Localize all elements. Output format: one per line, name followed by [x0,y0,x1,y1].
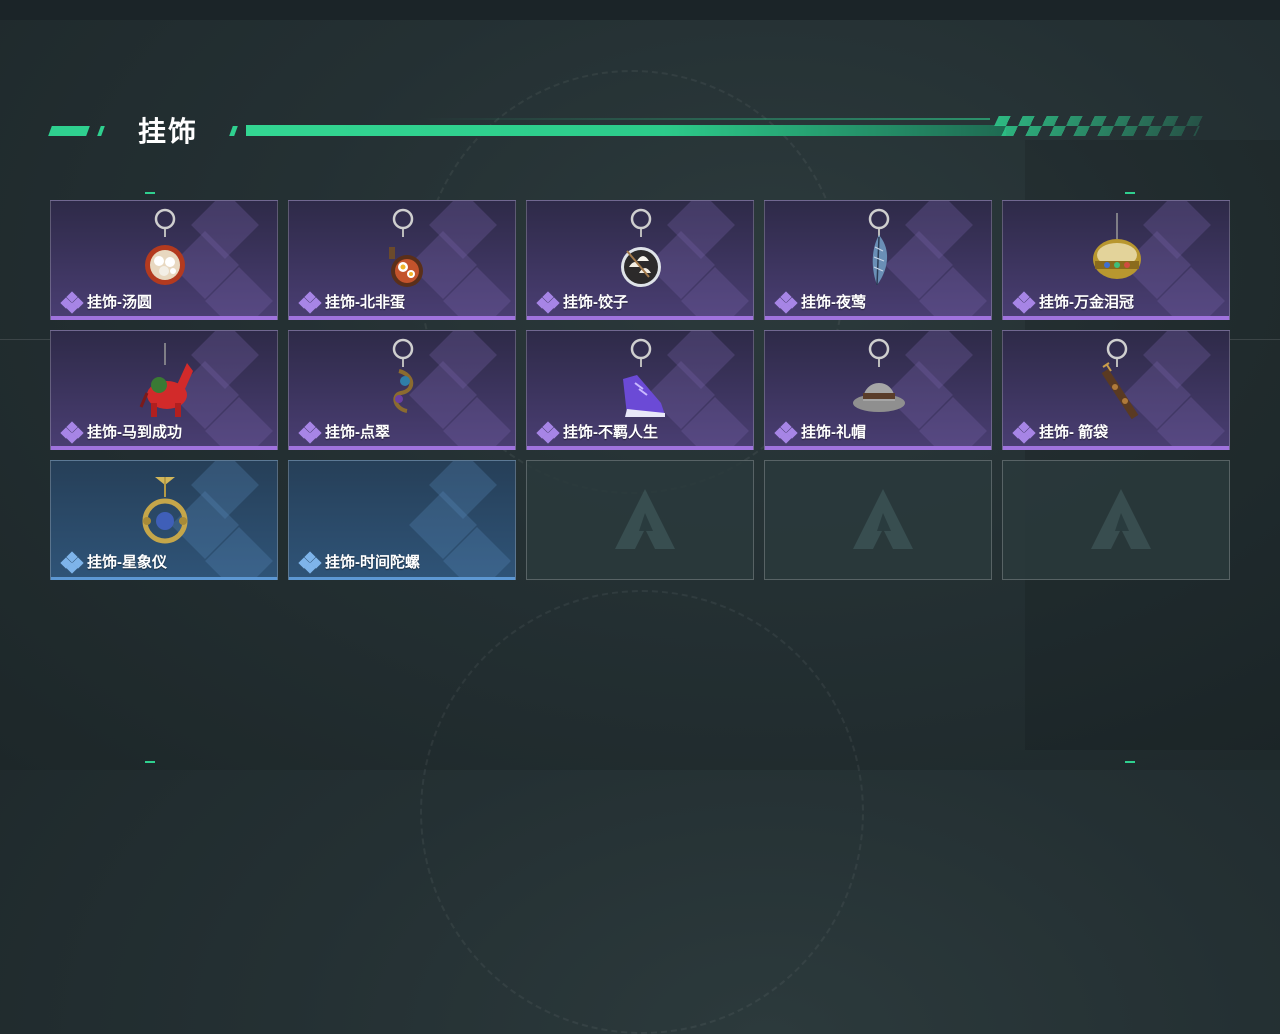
item-name: 挂饰-星象仪 [87,554,167,571]
item-card[interactable]: 挂饰-礼帽 [764,330,992,450]
golden-crown-icon [1089,207,1145,289]
rarity-diamond-icon [60,420,84,444]
shakshuka-pan-icon [375,207,431,289]
rarity-diamond-icon [298,550,322,574]
item-card[interactable]: 挂饰-不羁人生 [526,330,754,450]
rarity-diamond-icon [536,420,560,444]
item-name: 挂饰- 箭袋 [1039,424,1109,441]
item-label-row: 挂饰- 箭袋 [1012,420,1109,444]
corner-tick-bl [145,761,155,763]
item-name: 挂饰-万金泪冠 [1039,294,1134,311]
item-name: 挂饰-礼帽 [801,424,866,441]
item-card[interactable]: 挂饰-点翠 [288,330,516,450]
item-label-row: 挂饰-时间陀螺 [298,550,420,574]
item-name: 挂饰-不羁人生 [563,424,658,441]
item-name: 挂饰-点翠 [325,424,390,441]
rarity-diamond-icon [60,550,84,574]
empty-slot [526,460,754,580]
tangyuan-bowl-icon [137,207,193,289]
rarity-diamond-icon [774,290,798,314]
corner-tick-tl [145,192,155,194]
fedora-hat-icon [851,337,907,419]
rarity-diamond-icon [1012,290,1036,314]
item-label-row: 挂饰-马到成功 [60,420,182,444]
header-accent-bar [48,126,90,136]
sneaker-icon [613,337,669,419]
item-label-row: 挂饰-饺子 [536,290,628,314]
section-title: 挂饰 [138,116,199,147]
item-name: 挂饰-时间陀螺 [325,554,420,571]
header-accent-slash [97,126,105,136]
item-card[interactable]: 挂饰-星象仪 [50,460,278,580]
rarity-diamond-icon [1012,420,1036,444]
item-card[interactable]: 挂饰-北非蛋 [288,200,516,320]
item-card[interactable]: 挂饰-万金泪冠 [1002,200,1230,320]
rarity-diamond-icon [536,290,560,314]
hairpin-icon [375,337,431,419]
game-logo-icon [853,489,913,549]
corner-tick-tr [1125,192,1135,194]
item-label-row: 挂饰-星象仪 [60,550,167,574]
rarity-diamond-icon [60,290,84,314]
item-name: 挂饰-北非蛋 [325,294,405,311]
item-label-row: 挂饰-不羁人生 [536,420,658,444]
item-card[interactable]: 挂饰-夜莺 [764,200,992,320]
game-logo-icon [615,489,675,549]
rarity-diamond-icon [298,420,322,444]
game-logo-icon [1091,489,1151,549]
header-checker-pattern [989,116,1205,136]
item-label-row: 挂饰-汤圆 [60,290,152,314]
item-grid: 挂饰-汤圆 挂饰-北非蛋 挂饰-饺子 挂饰-夜莺 挂饰-万金泪冠挂饰-马到成功 挂饰-点翠… [50,200,1230,580]
bg-ring-bottom [420,590,864,1034]
rarity-diamond-icon [774,420,798,444]
item-name: 挂饰-夜莺 [801,294,866,311]
item-card[interactable]: 挂饰-时间陀螺 [288,460,516,580]
quiver-icon [1089,337,1145,420]
item-card[interactable]: 挂饰- 箭袋 [1002,330,1230,450]
item-label-row: 挂饰-点翠 [298,420,390,444]
dumpling-plate-icon [613,207,669,289]
rarity-diamond-icon [298,290,322,314]
header-accent-slash-2 [229,126,238,136]
header-line [246,125,1006,136]
item-name: 挂饰-马到成功 [87,424,182,441]
corner-tick-br [1125,761,1135,763]
item-name: 挂饰-汤圆 [87,294,152,311]
top-bar [0,0,1280,20]
item-card[interactable]: 挂饰-饺子 [526,200,754,320]
empty-slot [764,460,992,580]
item-label-row: 挂饰-夜莺 [774,290,866,314]
header-thin-line [420,118,990,120]
item-label-row: 挂饰-礼帽 [774,420,866,444]
empty-slot [1002,460,1230,580]
item-card[interactable]: 挂饰-马到成功 [50,330,278,450]
item-card[interactable]: 挂饰-汤圆 [50,200,278,320]
feather-icon [851,207,907,289]
spinning-top-icon [375,467,431,549]
red-horse-icon [137,337,193,419]
item-label-row: 挂饰-万金泪冠 [1012,290,1134,314]
item-name: 挂饰-饺子 [563,294,628,311]
item-label-row: 挂饰-北非蛋 [298,290,405,314]
side-line-right [1230,339,1280,340]
side-line-left [0,339,50,340]
armillary-sphere-icon [137,467,193,549]
